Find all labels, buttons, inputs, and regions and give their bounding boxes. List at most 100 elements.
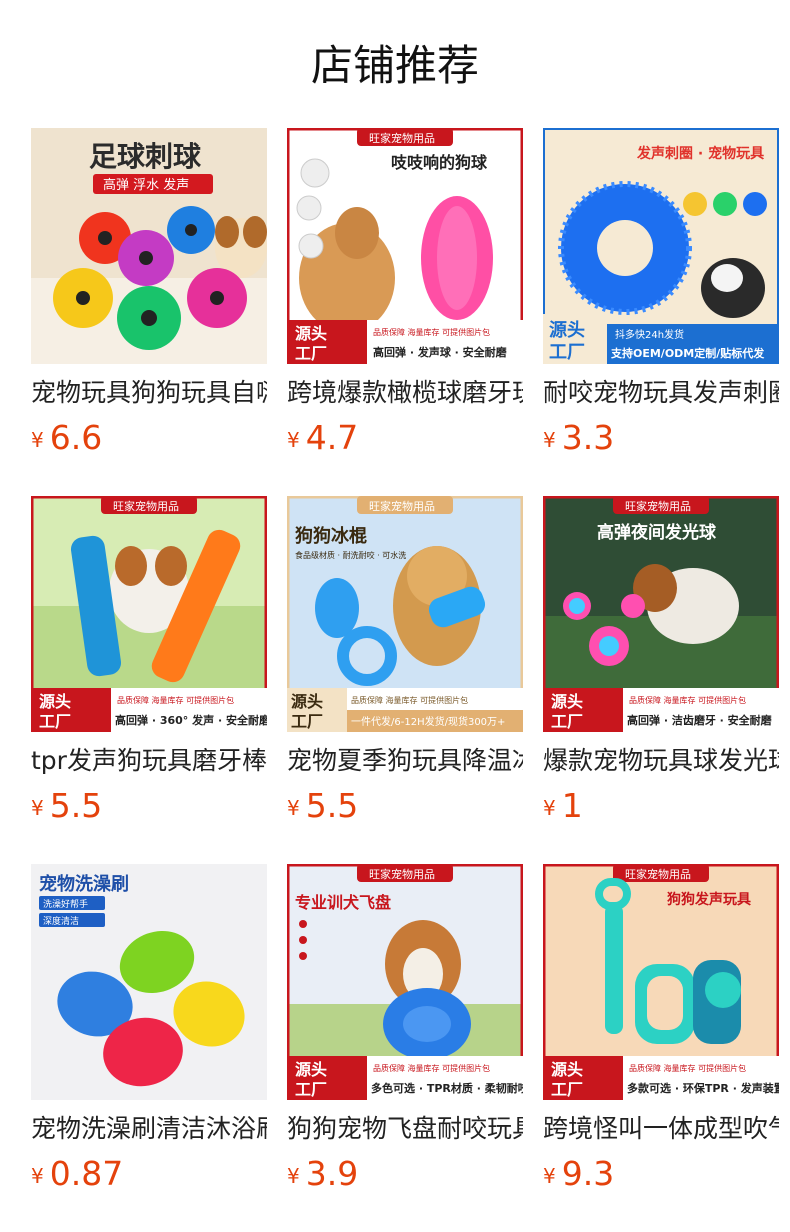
product-price: ¥3.3	[543, 418, 614, 458]
image-caption: 品质保障 海量库存 可提供图片包	[373, 1063, 490, 1073]
product-image[interactable]: 旺家宠物用品 源头 工厂 品质保障 海量库存 可提供图片包 高回弹 · 360°…	[31, 496, 267, 732]
image-caption: 高回弹 · 360° 发声 · 安全耐磨	[115, 713, 267, 727]
image-caption: 狗狗发声玩具	[667, 891, 751, 908]
image-caption: 旺家宠物用品	[113, 499, 179, 513]
product-card[interactable]: 旺家宠物用品 狗狗发声玩具 源头 工厂 品质保障 海量库存 可提供图片包 多款可…	[543, 864, 779, 1199]
svg-text:源头: 源头	[39, 692, 71, 711]
svg-text:工厂: 工厂	[291, 712, 323, 731]
svg-text:源头: 源头	[295, 1060, 327, 1079]
image-caption: 高弹 浮水 发声	[103, 177, 189, 193]
product-card[interactable]: 旺家宠物用品 狗狗冰棍 食品级材质 · 耐洗耐咬 · 可水洗 源头 工厂 品质保…	[287, 496, 523, 831]
image-caption: 支持OEM/ODM定制/贴标代发	[610, 346, 765, 360]
product-name[interactable]: 狗狗宠物飞盘耐咬玩具	[287, 1109, 523, 1149]
product-name[interactable]: 宠物洗澡刷清洁沐浴刷	[31, 1109, 267, 1149]
image-caption: 旺家宠物用品	[369, 131, 435, 145]
price-value: 3.3	[561, 418, 615, 457]
product-price: ¥3.9	[287, 1154, 358, 1194]
image-caption: 旺家宠物用品	[369, 867, 435, 881]
image-caption: 旺家宠物用品	[625, 867, 691, 881]
price-value: 1	[561, 786, 583, 825]
product-image[interactable]: 宠物洗澡刷 洗澡好帮手 深度清洁	[31, 864, 267, 1100]
product-price: ¥5.5	[287, 786, 358, 826]
product-name[interactable]: 跨境怪叫一体成型吹气	[543, 1109, 779, 1149]
product-price: ¥4.7	[287, 418, 358, 458]
image-caption: 狗狗冰棍	[295, 525, 367, 547]
image-caption: 食品级材质 · 耐洗耐咬 · 可水洗	[295, 550, 406, 560]
image-caption: 宠物洗澡刷	[39, 873, 129, 895]
currency-symbol: ¥	[543, 796, 556, 820]
price-value: 9.3	[561, 1154, 615, 1193]
image-caption: 高回弹 · 洁齿磨牙 · 安全耐磨	[627, 713, 773, 727]
product-card[interactable]: 足球刺球 高弹 浮水 发声 宠物玩具狗狗玩具自嗨 ¥ 6.6	[31, 128, 267, 463]
currency-symbol: ¥	[287, 796, 300, 820]
product-name[interactable]: 跨境爆款橄榄球磨牙玩具	[287, 373, 523, 413]
product-price: ¥5.5	[31, 786, 102, 826]
product-name[interactable]: 宠物玩具狗狗玩具自嗨	[31, 373, 267, 413]
image-caption: 多款可选 · 环保TPR · 发声装置	[627, 1081, 779, 1095]
image-caption: 源头	[549, 319, 585, 341]
image-caption: 高弹夜间发光球	[597, 522, 717, 543]
image-caption: 品质保障 海量库存 可提供图片包	[351, 695, 468, 705]
product-price: ¥1	[543, 786, 583, 826]
image-caption: 足球刺球	[89, 140, 202, 173]
svg-text:工厂: 工厂	[295, 1080, 327, 1099]
image-caption: 一件代发/6-12H发货/现货300万+	[351, 715, 505, 728]
price-value: 3.9	[305, 1154, 359, 1193]
svg-text:工厂: 工厂	[549, 342, 585, 363]
image-caption: 旺家宠物用品	[625, 499, 691, 513]
image-caption: 抖多快24h发货	[615, 328, 684, 341]
image-caption: 洗澡好帮手	[43, 898, 88, 910]
product-image[interactable]: 旺家宠物用品 狗狗发声玩具 源头 工厂 品质保障 海量库存 可提供图片包 多款可…	[543, 864, 779, 1100]
price-value: 0.87	[49, 1154, 124, 1193]
currency-symbol: ¥	[31, 796, 44, 820]
product-card[interactable]: 旺家宠物用品 专业训犬飞盘 源头 工厂 品质保障 海量库存 可提供图片包 多色可…	[287, 864, 523, 1199]
svg-text:源头: 源头	[551, 1060, 583, 1079]
price-value: 5.5	[305, 786, 359, 825]
svg-text:源头: 源头	[291, 692, 323, 711]
image-caption: 品质保障 海量库存 可提供图片包	[629, 1063, 746, 1073]
currency-symbol: ¥	[31, 1164, 44, 1188]
product-image[interactable]: 旺家宠物用品 专业训犬飞盘 源头 工厂 品质保障 海量库存 可提供图片包 多色可…	[287, 864, 523, 1100]
product-image[interactable]: 足球刺球 高弹 浮水 发声	[31, 128, 267, 364]
image-caption: 多色可选 · TPR材质 · 柔韧耐咬	[371, 1081, 523, 1095]
image-caption: 高回弹 · 发声球 · 安全耐磨	[373, 345, 508, 359]
price-value: 6.6	[49, 418, 103, 457]
price-value: 4.7	[305, 418, 359, 457]
svg-text:工厂: 工厂	[551, 1080, 583, 1099]
image-caption: 吱吱响的狗球	[391, 153, 488, 172]
product-image[interactable]: 发声刺圈 · 宠物玩具 源头 工厂 抖多快24h发货 支持OEM/ODM定制/贴…	[543, 128, 779, 364]
product-image[interactable]: 旺家宠物用品 高弹夜间发光球 源头 工厂 品质保障 海量库存 可提供图片包 高回…	[543, 496, 779, 732]
product-name[interactable]: 爆款宠物玩具球发光球	[543, 741, 779, 781]
image-caption: 品质保障 海量库存 可提供图片包	[373, 327, 490, 337]
product-price: ¥0.87	[31, 1154, 123, 1194]
price-value: 5.5	[49, 786, 103, 825]
currency-symbol: ¥	[31, 428, 44, 452]
image-caption: 品质保障 海量库存 可提供图片包	[629, 695, 746, 705]
product-card[interactable]: 发声刺圈 · 宠物玩具 源头 工厂 抖多快24h发货 支持OEM/ODM定制/贴…	[543, 128, 779, 463]
product-card[interactable]: 旺家宠物用品 高弹夜间发光球 源头 工厂 品质保障 海量库存 可提供图片包 高回…	[543, 496, 779, 831]
currency-symbol: ¥	[543, 1164, 556, 1188]
svg-text:源头: 源头	[295, 324, 327, 343]
currency-symbol: ¥	[287, 1164, 300, 1188]
image-caption: 专业训犬飞盘	[295, 893, 391, 912]
product-card[interactable]: 旺家宠物用品 吱吱响的狗球 源头 工厂 品质保障 海量库存 可提供图片包 高回弹…	[287, 128, 523, 463]
svg-text:工厂: 工厂	[551, 712, 583, 731]
svg-text:工厂: 工厂	[295, 344, 327, 363]
product-name[interactable]: 耐咬宠物玩具发声刺圈	[543, 373, 779, 413]
product-price: ¥9.3	[543, 1154, 614, 1194]
product-name[interactable]: tpr发声狗玩具磨牙棒	[31, 741, 267, 781]
product-image[interactable]: 旺家宠物用品 吱吱响的狗球 源头 工厂 品质保障 海量库存 可提供图片包 高回弹…	[287, 128, 523, 364]
currency-symbol: ¥	[287, 428, 300, 452]
image-caption: 旺家宠物用品	[369, 499, 435, 513]
svg-text:源头: 源头	[551, 692, 583, 711]
svg-text:工厂: 工厂	[39, 712, 71, 731]
product-name[interactable]: 宠物夏季狗玩具降温冰棍	[287, 741, 523, 781]
currency-symbol: ¥	[543, 428, 556, 452]
product-card[interactable]: 宠物洗澡刷 洗澡好帮手 深度清洁 宠物洗澡刷清洁沐浴刷 ¥0.87	[31, 864, 267, 1199]
product-card[interactable]: 旺家宠物用品 源头 工厂 品质保障 海量库存 可提供图片包 高回弹 · 360°…	[31, 496, 267, 831]
image-caption: 品质保障 海量库存 可提供图片包	[117, 695, 234, 705]
page-title: 店铺推荐	[310, 41, 479, 90]
image-caption: 深度清洁	[43, 915, 79, 927]
product-image[interactable]: 旺家宠物用品 狗狗冰棍 食品级材质 · 耐洗耐咬 · 可水洗 源头 工厂 品质保…	[287, 496, 523, 732]
product-price: ¥6.6	[31, 418, 102, 458]
